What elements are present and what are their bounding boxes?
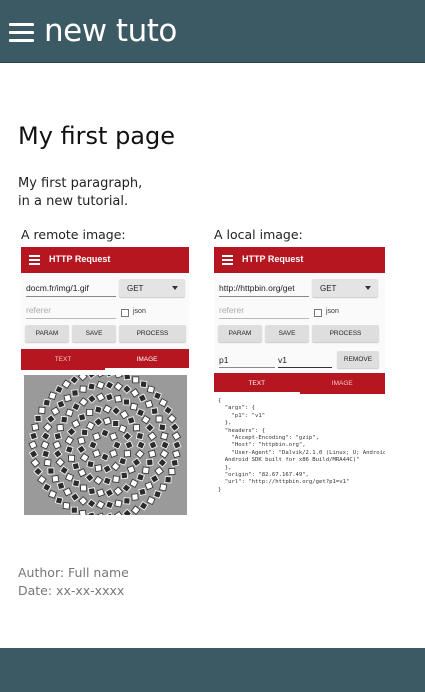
app-toolbar-title: HTTP Request	[242, 254, 304, 264]
param-button: PARAM	[218, 325, 262, 342]
param-key-field: p1	[219, 352, 275, 368]
method-select: GET	[119, 279, 185, 297]
app-toolbar: HTTP Request	[21, 247, 189, 273]
local-image-caption: A local image:	[214, 227, 303, 242]
tab-image: IMAGE	[331, 380, 353, 387]
param-value-field: v1	[278, 352, 332, 368]
json-checkbox	[121, 309, 129, 317]
process-button: PROCESS	[312, 325, 379, 342]
dropdown-arrow-icon	[172, 286, 178, 290]
hamburger-icon[interactable]	[9, 23, 34, 43]
method-select: GET	[312, 279, 378, 297]
json-checkbox	[314, 309, 322, 317]
tab-bar: TEXT IMAGE	[21, 349, 189, 370]
process-button: PROCESS	[119, 325, 186, 342]
request-form: docm.fr/img/1.gif GET referer json PARAM…	[21, 273, 189, 349]
tab-text: TEXT	[54, 356, 72, 363]
app-toolbar-title: HTTP Request	[49, 254, 111, 264]
paragraph-line-1: My first paragraph,	[18, 176, 143, 191]
author-info: Author: Full name Date: xx-xx-xxxx	[18, 564, 129, 600]
param-button: PARAM	[25, 325, 69, 342]
response-text: { "args": { "p1": "v1" }, "headers": { "…	[214, 394, 385, 499]
footer-bar	[0, 648, 425, 692]
method-label: GET	[320, 284, 337, 293]
url-field: docm.fr/img/1.gif	[26, 281, 116, 297]
page-title: My first page	[18, 122, 176, 150]
method-label: GET	[127, 284, 144, 293]
app-toolbar: HTTP Request	[214, 247, 385, 273]
remote-image-caption: A remote image:	[21, 227, 126, 242]
save-button: SAVE	[72, 325, 116, 342]
dropdown-arrow-icon	[365, 286, 371, 290]
paragraph: My first paragraph, in a new tutorial.	[18, 175, 142, 211]
remove-button: REMOVE	[337, 351, 379, 368]
json-label: json	[326, 308, 339, 315]
author-line: Author: Full name	[18, 565, 129, 580]
referer-field: referer	[26, 305, 116, 319]
tab-text: TEXT	[214, 373, 300, 394]
local-image-screenshot: HTTP Request http://httpbin.org/get GET …	[214, 247, 385, 515]
tab-bar: TEXT IMAGE	[214, 373, 385, 394]
url-field: http://httpbin.org/get	[219, 281, 309, 297]
json-label: json	[133, 308, 146, 315]
menu-icon	[29, 255, 40, 265]
top-bar: new tuto	[0, 0, 425, 63]
remote-image-screenshot: HTTP Request docm.fr/img/1.gif GET refer…	[21, 247, 189, 515]
save-button: SAVE	[265, 325, 309, 342]
tab-image: IMAGE	[105, 349, 189, 370]
referer-field: referer	[219, 305, 309, 319]
param-row: p1 v1 REMOVE	[214, 349, 385, 373]
date-line: Date: xx-xx-xxxx	[18, 583, 125, 598]
request-form: http://httpbin.org/get GET referer json …	[214, 273, 385, 349]
paragraph-line-2: in a new tutorial.	[18, 194, 129, 209]
menu-icon	[222, 255, 233, 265]
optical-illusion-image	[24, 375, 187, 515]
app-title: new tuto	[44, 13, 177, 49]
